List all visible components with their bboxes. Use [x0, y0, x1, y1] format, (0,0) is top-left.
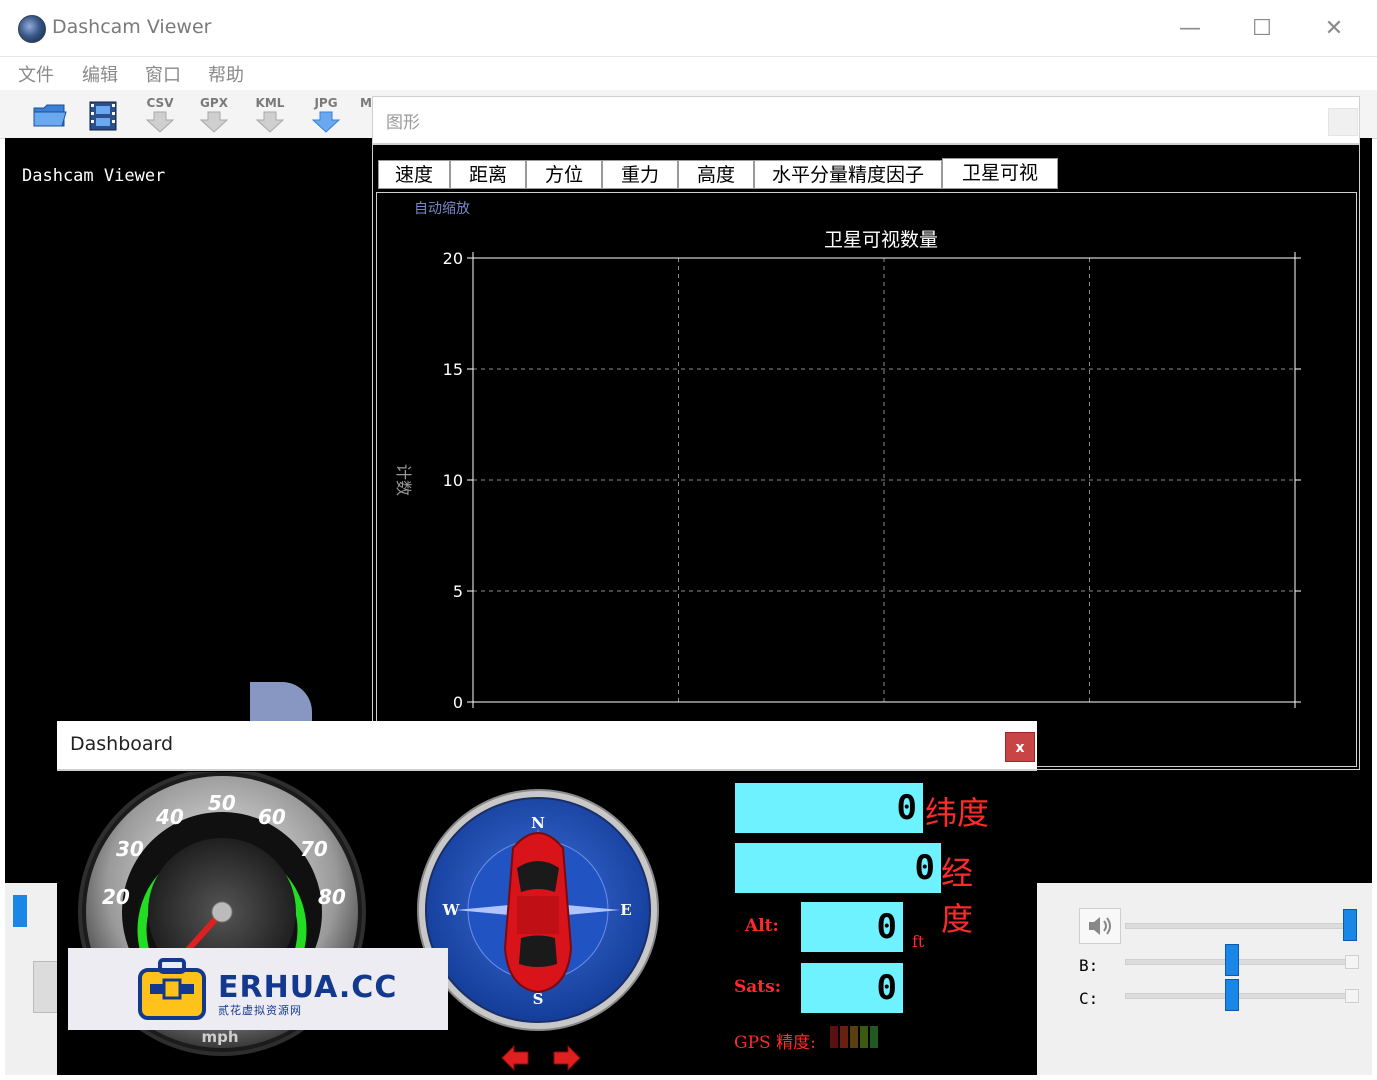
compass-east: E [620, 901, 631, 919]
y-tick-label: 5 [453, 582, 463, 601]
export-gpx-button[interactable]: GPX [194, 96, 234, 134]
prev-arrow-icon[interactable] [500, 1044, 530, 1072]
tab-hdop[interactable]: 水平分量精度因子 [754, 160, 942, 189]
y-tick-label: 0 [453, 693, 463, 712]
menu-help[interactable]: 帮助 [208, 61, 244, 87]
latitude-label: 纬度 [925, 794, 990, 832]
download-arrow-icon [255, 111, 285, 133]
speed-tick-60: 60 [258, 805, 286, 829]
media-icon [33, 961, 59, 1013]
altitude-label: Alt: [745, 916, 779, 936]
accuracy-bar [870, 1026, 878, 1048]
menu-window[interactable]: 窗口 [145, 61, 181, 87]
latitude-display: 0 [735, 783, 923, 833]
left-slider-thumb[interactable] [13, 895, 27, 927]
longitude-display: 0 [735, 843, 941, 893]
speaker-icon [1089, 917, 1111, 935]
y-tick-label: 20 [443, 249, 463, 268]
left-panel-title: Dashcam Viewer [22, 166, 166, 186]
next-arrow-icon[interactable] [552, 1044, 582, 1072]
export-jpg-button[interactable]: JPG [306, 96, 346, 134]
compass-west: W [442, 901, 461, 919]
speed-tick-30: 30 [116, 837, 144, 861]
volume-button[interactable] [1079, 908, 1121, 944]
accuracy-bar [850, 1026, 858, 1048]
accuracy-bar [830, 1026, 838, 1048]
dashboard-header [57, 721, 1037, 771]
graph-panel-close-button[interactable] [1328, 108, 1358, 136]
chart-title: 卫星可视数量 [824, 229, 938, 251]
b-label: B: [1079, 956, 1099, 975]
satellite-chart: 卫星可视数量 计数 0 5 10 15 20 [394, 229, 1301, 712]
tab-altitude[interactable]: 高度 [678, 160, 754, 189]
export-kml-button[interactable]: KML [250, 96, 290, 134]
c-slider-thumb[interactable] [1225, 979, 1239, 1011]
graph-tabs: 速度 距离 方位 重力 高度 水平分量精度因子 卫星可视 [378, 158, 1058, 190]
open-folder-button[interactable] [30, 96, 70, 134]
accuracy-bar [840, 1026, 848, 1048]
chart-grid [473, 258, 1295, 702]
chart-y-axis-label: 计数 [394, 464, 413, 496]
gps-accuracy-label: GPS 精度: [734, 1033, 816, 1053]
tab-gravity[interactable]: 重力 [602, 160, 678, 189]
graph-panel-title: 图形 [386, 113, 420, 133]
menu-file[interactable]: 文件 [18, 61, 54, 87]
compass-north: N [531, 814, 545, 832]
longitude-label: 经度 [941, 854, 974, 938]
briefcase-logo-icon [138, 958, 206, 1020]
open-video-button[interactable] [84, 96, 124, 134]
compass: N S E W [417, 789, 659, 1031]
menu-edit[interactable]: 编辑 [82, 61, 118, 87]
watermark-subtitle: 贰花虚拟资源网 [218, 1004, 302, 1017]
c-label: C: [1079, 989, 1099, 1008]
gps-accuracy-bars [830, 1026, 878, 1048]
speed-tick-20: 20 [102, 885, 130, 909]
graph-panel-header [372, 96, 1360, 144]
download-arrow-icon [311, 111, 341, 133]
close-button[interactable]: ✕ [1314, 14, 1354, 44]
menu-bar: 文件 编辑 窗口 帮助 [0, 57, 1377, 89]
watermark-brand: ERHUA.CC [218, 970, 398, 1005]
satellites-display: 0 [801, 963, 903, 1013]
right-control-panel: B: C: [1037, 883, 1372, 1075]
tab-satellites[interactable]: 卫星可视 [942, 158, 1058, 189]
window-title: Dashcam Viewer [52, 16, 212, 38]
b-slider-thumb[interactable] [1225, 944, 1239, 976]
tab-distance[interactable]: 距离 [450, 160, 526, 189]
speed-tick-70: 70 [300, 837, 328, 861]
y-tick-label: 10 [443, 471, 463, 490]
tab-heading[interactable]: 方位 [526, 160, 602, 189]
app-icon [18, 15, 46, 43]
accuracy-bar [860, 1026, 868, 1048]
dashboard-title: Dashboard [70, 733, 174, 755]
maximize-button[interactable]: ☐ [1242, 14, 1282, 44]
dashboard-close-button[interactable]: x [1005, 732, 1035, 762]
speed-tick-50: 50 [208, 791, 236, 815]
car-icon [503, 832, 573, 994]
y-tick-label: 15 [443, 360, 463, 379]
volume-slider-track[interactable] [1125, 923, 1357, 929]
speed-tick-40: 40 [155, 805, 184, 829]
minimize-button[interactable]: — [1170, 14, 1210, 44]
altitude-display: 0 [801, 902, 903, 952]
export-more-button[interactable]: M [360, 96, 372, 134]
folder-icon [33, 104, 67, 127]
satellites-label: Sats: [734, 977, 781, 997]
download-arrow-icon [145, 111, 175, 133]
left-control-panel [5, 883, 59, 1075]
speed-unit: mph [201, 1028, 238, 1046]
b-reset-button[interactable] [1345, 955, 1359, 969]
altitude-unit: ft [912, 932, 925, 951]
tab-speed[interactable]: 速度 [378, 160, 450, 189]
speed-tick-80: 80 [318, 885, 346, 909]
c-reset-button[interactable] [1345, 989, 1359, 1003]
film-icon [89, 101, 117, 131]
export-csv-button[interactable]: CSV [140, 96, 180, 134]
volume-slider-thumb[interactable] [1343, 909, 1357, 941]
download-arrow-icon [199, 111, 229, 133]
